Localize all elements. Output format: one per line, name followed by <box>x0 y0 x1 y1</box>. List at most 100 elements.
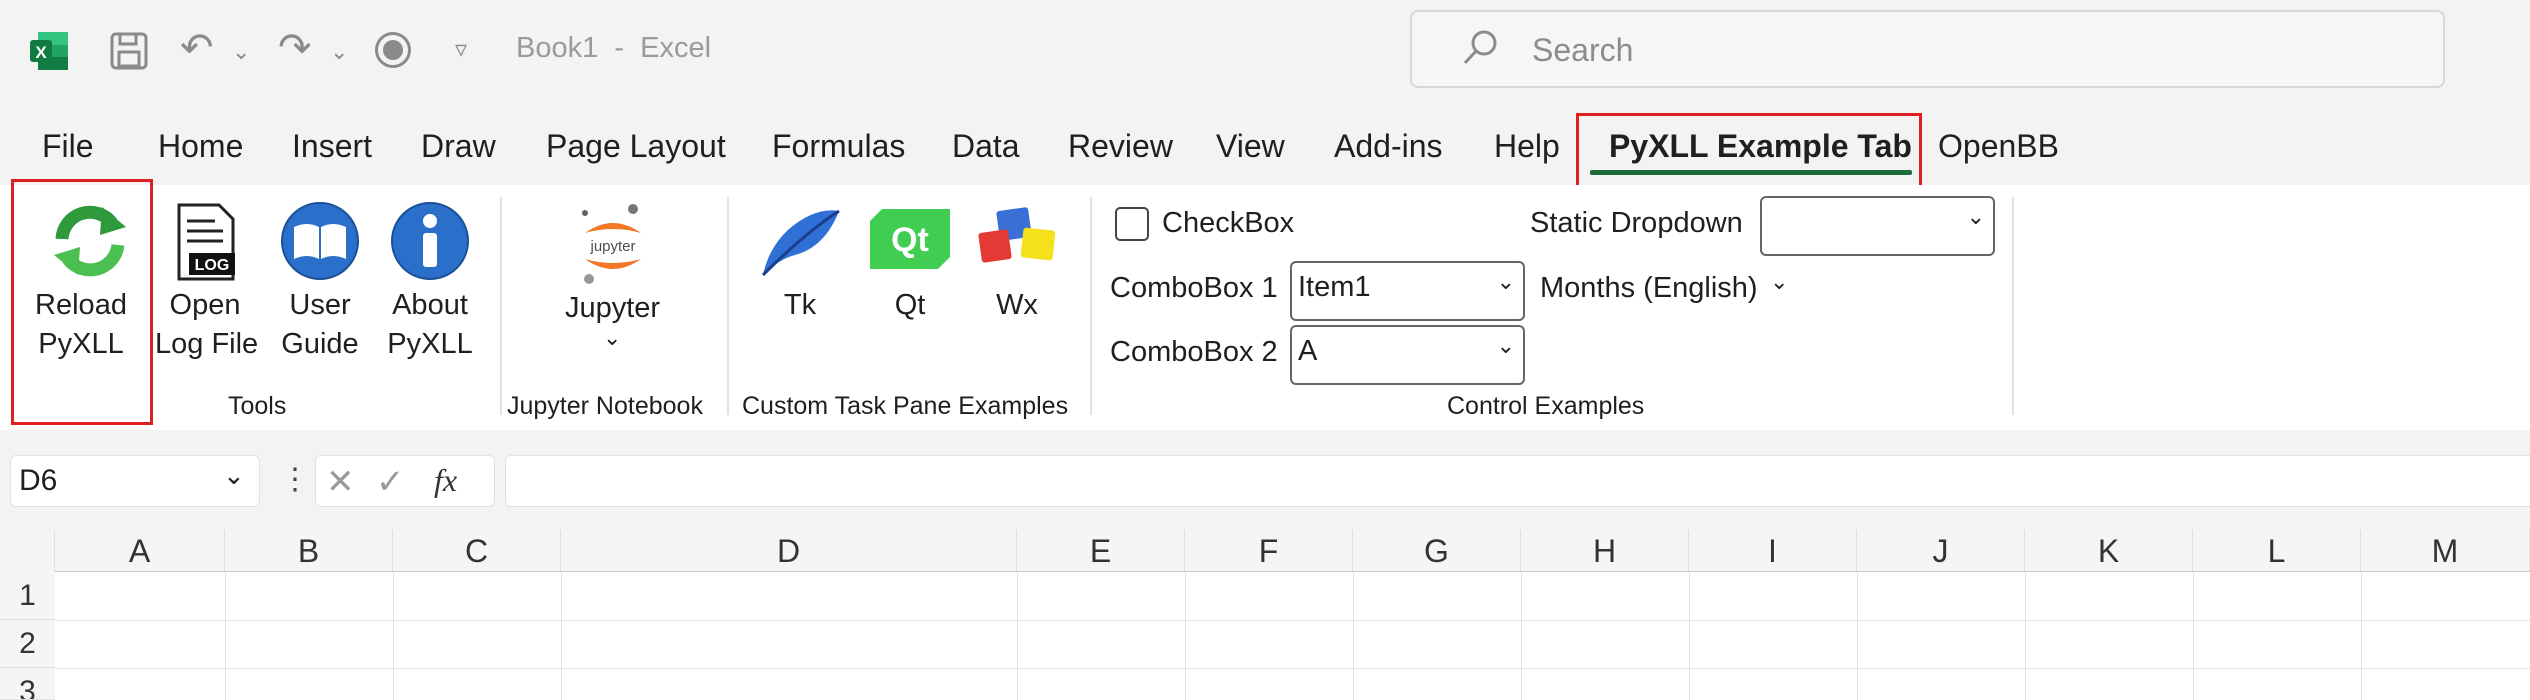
qt-logo-text: Qt <box>891 221 929 259</box>
cancel-icon[interactable]: ✕ <box>326 462 355 502</box>
row-header[interactable]: 2 <box>0 620 55 668</box>
wx-button[interactable]: Wx <box>972 185 1062 385</box>
column-header[interactable]: F <box>1185 530 1353 572</box>
row-header[interactable]: 1 <box>0 572 55 620</box>
about-label-line1: About <box>392 289 468 321</box>
more-options-icon[interactable]: ⋮ <box>280 462 310 497</box>
tab-data[interactable]: Data <box>952 128 1020 165</box>
search-box[interactable]: Search <box>1410 10 2445 88</box>
column-gridline <box>2025 572 2026 700</box>
column-header[interactable]: C <box>393 530 561 572</box>
group-label-control-examples: Control Examples <box>1447 392 1645 420</box>
log-badge-text: LOG <box>195 257 230 274</box>
column-header[interactable]: L <box>2193 530 2361 572</box>
save-icon[interactable] <box>108 30 150 77</box>
open-log-label-line2: Log File <box>155 328 259 360</box>
tab-home[interactable]: Home <box>158 128 243 165</box>
about-label-line2: PyXLL <box>387 328 473 360</box>
tab-add-ins[interactable]: Add-ins <box>1334 128 1443 165</box>
jupyter-label: Jupyter <box>564 292 661 324</box>
column-header[interactable]: J <box>1857 530 2025 572</box>
months-dropdown-label[interactable]: Months (English) <box>1540 272 1758 305</box>
column-header[interactable]: G <box>1353 530 1521 572</box>
jupyter-chevron-icon: ⌄ <box>603 325 622 350</box>
group-separator <box>1090 197 1092 415</box>
enter-icon[interactable]: ✓ <box>376 462 405 502</box>
redo-icon[interactable]: ↷ <box>278 28 312 68</box>
name-box[interactable]: D6 ⌄ <box>10 455 260 507</box>
title-bar: X ↶ ⌄ ↷ ⌄ ▿ Book1 - Excel Search <box>0 0 2530 102</box>
group-label-tools: Tools <box>228 392 287 420</box>
tab-review[interactable]: Review <box>1068 128 1173 165</box>
combobox2-label: ComboBox 2 <box>1110 336 1278 368</box>
open-log-file-button[interactable]: LOG Open Log File <box>155 185 259 425</box>
customize-quick-access-icon[interactable]: ▿ <box>455 30 467 70</box>
group-separator <box>2012 197 2014 415</box>
ribbon: Reload PyXLL LOG Open Log File User Guid… <box>0 179 2530 430</box>
combobox1[interactable]: Item1 ⌄ <box>1290 261 1525 321</box>
jupyter-button[interactable]: jupyter Jupyter ⌄ <box>545 185 680 385</box>
formula-input[interactable] <box>505 455 2530 507</box>
combobox2[interactable]: A ⌄ <box>1290 325 1525 385</box>
excel-logo-icon: X <box>28 30 70 72</box>
undo-icon[interactable]: ↶ <box>180 28 214 68</box>
column-gridline <box>2361 572 2362 700</box>
undo-dropdown-chevron-icon[interactable]: ⌄ <box>232 32 250 72</box>
tab-insert[interactable]: Insert <box>292 128 372 165</box>
checkbox[interactable] <box>1115 207 1149 241</box>
tab-formulas[interactable]: Formulas <box>772 128 905 165</box>
column-header[interactable]: E <box>1017 530 1185 572</box>
tab-openbb[interactable]: OpenBB <box>1938 128 2059 165</box>
record-macro-icon[interactable] <box>375 32 411 68</box>
group-label-jupyter: Jupyter Notebook <box>507 392 703 420</box>
group-label-custom-task-pane: Custom Task Pane Examples <box>742 392 1069 420</box>
wx-logo-icon <box>978 207 1058 280</box>
about-pyxll-button[interactable]: About PyXLL <box>380 185 480 425</box>
highlight-box-reload <box>11 179 153 425</box>
open-log-label-line1: Open <box>169 289 241 321</box>
chevron-down-icon[interactable]: ⌄ <box>223 460 245 491</box>
chevron-down-icon: ⌄ <box>1966 204 1985 229</box>
tk-label: Tk <box>783 289 817 321</box>
row-header[interactable]: 3 <box>0 668 55 700</box>
column-gridline <box>1689 572 1690 700</box>
tab-file[interactable]: File <box>42 128 94 165</box>
jupyter-logo-icon: jupyter <box>575 199 651 290</box>
qt-button[interactable]: Qt Qt <box>865 185 955 385</box>
tab-page-layout[interactable]: Page Layout <box>546 128 726 165</box>
combobox2-value: A <box>1298 335 1318 367</box>
column-header[interactable]: D <box>561 530 1017 572</box>
svg-text:X: X <box>35 43 47 62</box>
user-guide-button[interactable]: User Guide <box>270 185 370 425</box>
tab-help[interactable]: Help <box>1494 128 1560 165</box>
row-gridline <box>55 620 2530 621</box>
months-chevron-icon[interactable]: ⌄ <box>1770 269 1788 295</box>
group-separator <box>500 197 502 415</box>
column-gridline <box>1353 572 1354 700</box>
jupyter-logo-text: jupyter <box>589 238 635 255</box>
column-gridline <box>561 572 562 700</box>
column-gridline <box>1857 572 1858 700</box>
tk-button[interactable]: Tk <box>755 185 845 385</box>
column-header[interactable]: B <box>225 530 393 572</box>
search-icon <box>1460 28 1500 73</box>
column-gridline <box>1185 572 1186 700</box>
column-header[interactable]: M <box>2361 530 2530 572</box>
tab-view[interactable]: View <box>1216 128 1285 165</box>
column-header[interactable]: K <box>2025 530 2193 572</box>
combobox1-value: Item1 <box>1298 271 1371 303</box>
column-header[interactable]: H <box>1521 530 1689 572</box>
qt-logo-icon: Qt <box>868 207 952 276</box>
tab-draw[interactable]: Draw <box>421 128 496 165</box>
static-dropdown[interactable]: ⌄ <box>1760 196 1995 256</box>
user-guide-label-line1: User <box>289 289 351 321</box>
column-header[interactable]: A <box>55 530 225 572</box>
column-gridline <box>393 572 394 700</box>
redo-dropdown-chevron-icon[interactable]: ⌄ <box>330 32 348 72</box>
insert-function-icon[interactable]: fx <box>434 462 457 499</box>
book-icon <box>280 201 360 286</box>
document-title: Book1 - Excel <box>516 32 712 64</box>
column-header[interactable]: I <box>1689 530 1857 572</box>
select-all-corner[interactable] <box>0 530 55 572</box>
row-gridline <box>55 668 2530 669</box>
